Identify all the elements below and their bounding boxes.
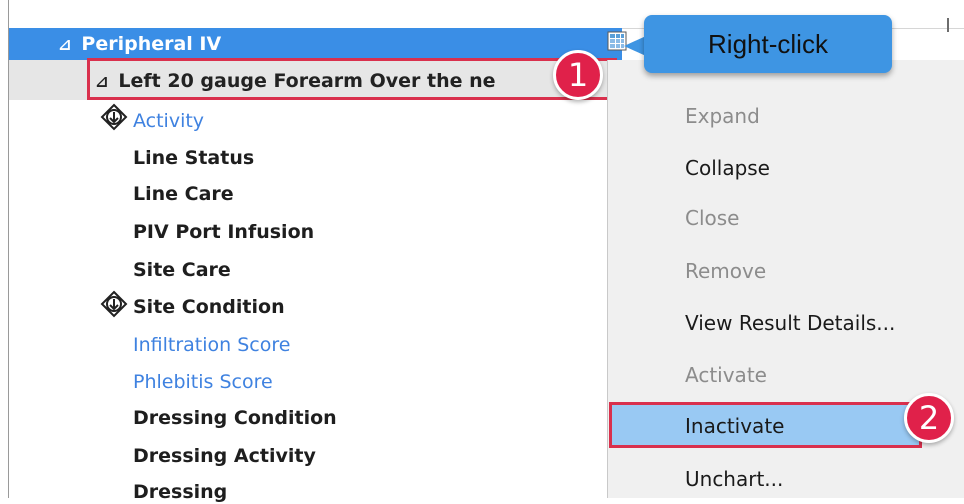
right-click-callout: Right-click xyxy=(644,15,892,73)
window-edge-mark xyxy=(947,18,949,32)
tree-item-piv-port-infusion[interactable]: PIV Port Infusion xyxy=(133,220,314,244)
collapse-triangle-icon[interactable]: ⊿ xyxy=(58,35,71,54)
menu-item-unchart[interactable]: Unchart... xyxy=(685,467,783,491)
group-title: Peripheral IV xyxy=(81,33,222,55)
tree-item-site-care[interactable]: Site Care xyxy=(133,258,231,282)
menu-item-close[interactable]: Close xyxy=(685,206,739,230)
callout-label: Right-click xyxy=(708,29,828,59)
step1-highlight-box xyxy=(87,58,617,100)
tree-item-line-care[interactable]: Line Care xyxy=(133,182,234,206)
tree-item-activity[interactable]: Activity xyxy=(133,109,204,133)
menu-item-view-result-details[interactable]: View Result Details... xyxy=(685,311,895,335)
tree-item-site-condition[interactable]: Site Condition xyxy=(133,295,285,319)
step2-badge: 2 xyxy=(904,393,954,443)
menu-item-remove[interactable]: Remove xyxy=(685,259,766,283)
tree-item-line-status[interactable]: Line Status xyxy=(133,146,254,170)
tree-item-dressing-condition[interactable]: Dressing Condition xyxy=(133,406,337,430)
tree-item-infiltration-score[interactable]: Infiltration Score xyxy=(133,333,290,357)
menu-item-activate[interactable]: Activate xyxy=(685,363,767,387)
menu-item-expand[interactable]: Expand xyxy=(685,104,760,128)
callout-pointer xyxy=(624,36,646,56)
menu-item-collapse[interactable]: Collapse xyxy=(685,156,770,180)
step1-badge: 1 xyxy=(553,50,603,100)
tree-item-dressing[interactable]: Dressing xyxy=(133,480,227,504)
menu-item-inactivate[interactable]: Inactivate xyxy=(685,414,784,438)
pin-arrow-icon[interactable] xyxy=(100,290,128,318)
group-header-label: ⊿ Peripheral IV xyxy=(58,32,221,57)
pin-arrow-icon[interactable] xyxy=(100,103,128,131)
tree-item-dressing-activity[interactable]: Dressing Activity xyxy=(133,444,316,468)
tree-item-phlebitis-score[interactable]: Phlebitis Score xyxy=(133,370,273,394)
